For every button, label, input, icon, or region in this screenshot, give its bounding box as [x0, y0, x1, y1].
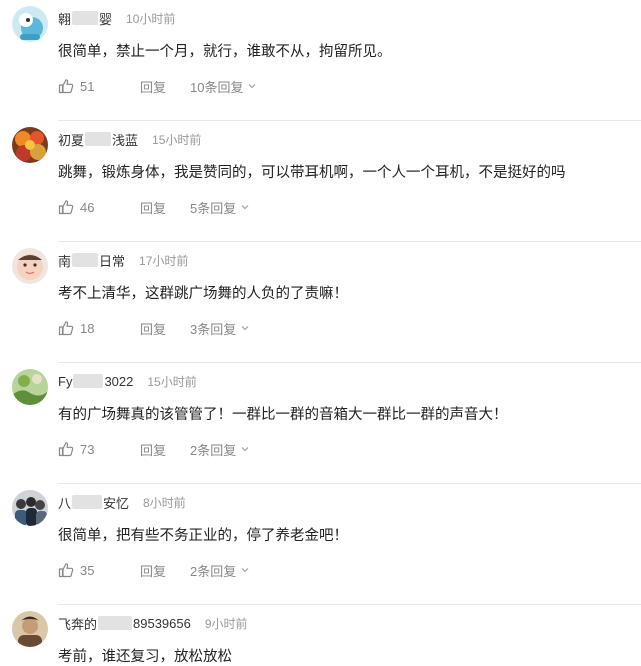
comment-actions: 51 回复 10条回复: [58, 77, 257, 96]
comment-time: 17小时前: [139, 253, 189, 268]
username-start: 飞奔的: [58, 616, 98, 632]
reply-button[interactable]: 回复: [140, 561, 166, 580]
username-end: 浅蓝: [112, 132, 139, 148]
user-avatar[interactable]: [12, 369, 48, 405]
username-start: 初夏: [58, 132, 85, 148]
view-replies-button[interactable]: 2条回复: [190, 561, 250, 580]
like-button[interactable]: 35: [58, 562, 124, 578]
username-mask: [72, 495, 103, 509]
username-start: 八: [58, 495, 72, 511]
comment-item: Fy 3022 15小时前 有的广场舞真的该管管了！一群比一群的音箱大一群比一群的…: [0, 363, 641, 484]
comment-text: 考前，谁还复习，放松放松: [58, 649, 232, 665]
reply-button[interactable]: 回复: [140, 319, 166, 338]
comment-time: 8小时前: [143, 495, 186, 510]
thumbs-up-icon: [58, 79, 74, 94]
username[interactable]: 八 安忆: [58, 493, 129, 512]
comment-item: 飞奔的 89539656 9小时前 考前，谁还复习，放松放松: [0, 605, 641, 665]
reply-count: 2条回复: [190, 442, 237, 458]
comment-time: 9小时前: [204, 616, 248, 631]
like-button[interactable]: 46: [58, 199, 124, 215]
user-avatar[interactable]: [12, 611, 48, 647]
username-end: 日常: [99, 253, 126, 269]
chevron-down-icon: [241, 326, 249, 331]
comment-time: 10小时前: [126, 11, 176, 26]
username-end: 婴: [99, 11, 113, 27]
comment-item: 翱婴 10小时前 很简单，禁止一个月，就行，谁敢不从，拘留所见。 51 回复 1…: [0, 0, 641, 121]
username-end: 安忆: [103, 495, 130, 511]
comment-time: 15小时前: [152, 132, 202, 147]
like-count: 73: [80, 441, 95, 457]
like-count: 35: [80, 562, 95, 578]
comment-time: 15小时前: [147, 374, 197, 389]
username[interactable]: 南 日常: [58, 251, 125, 270]
thumbs-up-icon: [58, 321, 74, 336]
like-count: 51: [80, 78, 95, 94]
thumbs-up-icon: [58, 563, 74, 578]
username-end: 3022: [104, 373, 134, 389]
username-start: Fy: [58, 373, 73, 389]
like-count: 46: [80, 199, 95, 215]
user-avatar[interactable]: [12, 248, 48, 284]
chevron-down-icon: [241, 447, 249, 452]
comment-text: 很简单，把有些不务正业的，停了养老金吧！: [58, 528, 348, 544]
username[interactable]: Fy 3022: [58, 374, 133, 389]
comment-text: 有的广场舞真的该管管了！一群比一群的音箱大一群比一群的声音大！: [58, 407, 508, 423]
username-mask: [85, 132, 112, 146]
user-avatar[interactable]: [12, 490, 48, 526]
username-end: 89539656: [133, 615, 191, 631]
reply-button[interactable]: 回复: [140, 440, 166, 459]
reply-count: 2条回复: [190, 563, 237, 579]
chevron-down-icon: [241, 568, 249, 573]
username[interactable]: 飞奔的 89539656: [58, 614, 191, 633]
view-replies-button[interactable]: 5条回复: [190, 198, 250, 217]
username-mask: [98, 616, 133, 630]
reply-button[interactable]: 回复: [140, 77, 166, 96]
username-start: 翱: [58, 11, 72, 27]
reply-count: 5条回复: [190, 200, 237, 216]
username[interactable]: 初夏 浅蓝: [58, 130, 138, 149]
comment-actions: 46 回复 5条回复: [58, 198, 250, 217]
username[interactable]: 翱婴: [58, 9, 112, 28]
comment-item: 南 日常 17小时前 考不上清华，这群跳广场舞的人负的了责嘛！ 18 回复 3条回…: [0, 242, 641, 363]
like-button[interactable]: 51: [58, 78, 124, 94]
username-mask: [72, 253, 99, 267]
chevron-down-icon: [249, 84, 256, 89]
username-mask: [72, 11, 99, 25]
comment-header: 初夏 浅蓝 15小时前: [58, 130, 202, 149]
view-replies-button[interactable]: 2条回复: [190, 440, 250, 459]
username-mask: [73, 374, 104, 388]
comment-text: 很简单，禁止一个月，就行，谁敢不从，拘留所见。: [58, 44, 392, 60]
comment-text: 考不上清华，这群跳广场舞的人负的了责嘛！: [58, 286, 348, 302]
thumbs-up-icon: [58, 442, 74, 457]
view-replies-button[interactable]: 10条回复: [190, 77, 257, 96]
like-button[interactable]: 18: [58, 320, 124, 336]
comment-item: 八 安忆 8小时前 很简单，把有些不务正业的，停了养老金吧！ 35 回复 2条回复: [0, 484, 641, 605]
user-avatar[interactable]: [12, 6, 48, 42]
comment-header: 八 安忆 8小时前: [58, 493, 186, 512]
chevron-down-icon: [241, 205, 249, 210]
comment-actions: 73 回复 2条回复: [58, 440, 250, 459]
comment-actions: 35 回复 2条回复: [58, 561, 250, 580]
comment-header: 翱婴 10小时前: [58, 9, 176, 28]
reply-button[interactable]: 回复: [140, 198, 166, 217]
username-start: 南: [58, 253, 72, 269]
comment-header: 飞奔的 89539656 9小时前: [58, 614, 248, 633]
like-count: 18: [80, 320, 95, 336]
like-button[interactable]: 73: [58, 441, 124, 457]
reply-count: 3条回复: [190, 321, 237, 337]
reply-count: 10条回复: [190, 79, 244, 95]
comment-header: Fy 3022 15小时前: [58, 373, 197, 389]
comment-text: 跳舞，锻炼身体，我是赞同的，可以带耳机啊，一个人一个耳机，不是挺好的吗: [58, 165, 566, 181]
comment-item: 初夏 浅蓝 15小时前 跳舞，锻炼身体，我是赞同的，可以带耳机啊，一个人一个耳机，…: [0, 121, 641, 242]
comment-actions: 18 回复 3条回复: [58, 319, 250, 338]
view-replies-button[interactable]: 3条回复: [190, 319, 250, 338]
thumbs-up-icon: [58, 200, 74, 215]
comment-header: 南 日常 17小时前: [58, 251, 189, 270]
user-avatar[interactable]: [12, 127, 48, 163]
